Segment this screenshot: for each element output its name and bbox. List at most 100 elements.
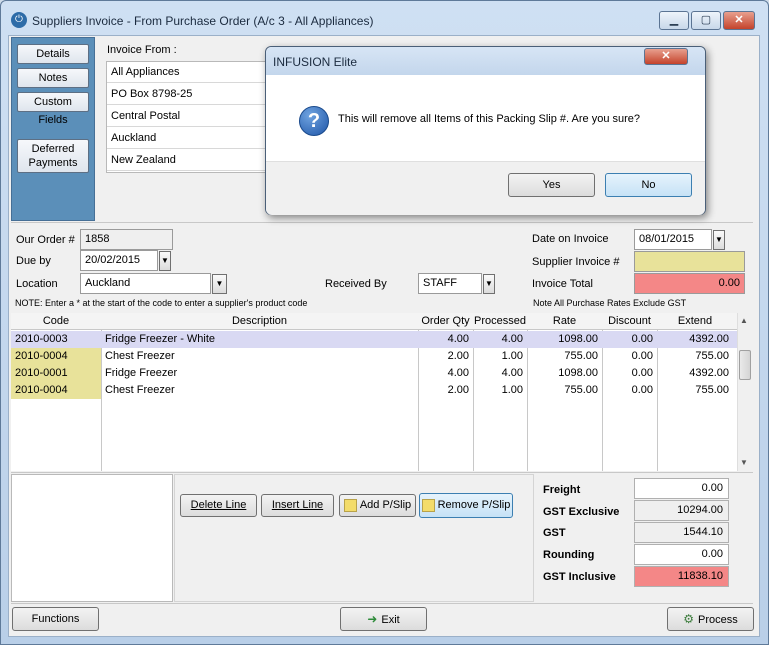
invoice-total-field[interactable]: 0.00 xyxy=(634,273,745,294)
table-row[interactable]: 2010-0001 Fridge Freezer 4.00 4.00 1098.… xyxy=(11,365,737,382)
note-icon xyxy=(343,498,357,512)
rounding-field[interactable]: 0.00 xyxy=(634,544,729,565)
gst-label: GST xyxy=(543,527,566,539)
exit-button[interactable]: ➜ Exit xyxy=(340,607,427,631)
minimize-icon[interactable]: ▁ xyxy=(659,11,689,30)
cell-extend: 4392.00 xyxy=(689,367,729,379)
address-line-2[interactable]: PO Box 8798-25 xyxy=(107,84,267,105)
close-icon[interactable]: ✕ xyxy=(723,11,755,30)
cell-rate: 1098.00 xyxy=(558,367,598,379)
chevron-down-icon[interactable]: ▼ xyxy=(159,251,171,271)
dialog-title: INFUSION Elite xyxy=(273,55,358,69)
deferred-line-1: Deferred xyxy=(31,143,75,155)
received-by-select[interactable]: STAFF xyxy=(418,273,482,294)
details-button[interactable]: Details xyxy=(17,44,89,64)
column-processed[interactable]: Processed xyxy=(473,313,527,330)
divider xyxy=(11,472,753,473)
cell-code: 2010-0004 xyxy=(11,382,101,399)
supplier-invoice-field[interactable] xyxy=(634,251,745,272)
location-select[interactable]: Auckland xyxy=(80,273,211,294)
yes-button[interactable]: Yes xyxy=(508,173,595,197)
address-line-1[interactable]: All Appliances xyxy=(107,62,267,83)
process-label: Process xyxy=(698,614,738,626)
maximize-icon[interactable]: ▢ xyxy=(691,11,721,30)
chevron-down-icon[interactable]: ▼ xyxy=(713,230,725,250)
chevron-down-icon[interactable]: ▼ xyxy=(212,274,227,294)
column-extend[interactable]: Extend xyxy=(657,313,733,330)
cell-code: 2010-0004 xyxy=(11,348,101,365)
bottom-left-panel xyxy=(11,474,173,602)
address-line-5[interactable]: New Zealand xyxy=(107,150,267,171)
cell-order-qty: 2.00 xyxy=(447,350,469,362)
location-label: Location xyxy=(16,278,58,290)
cell-description: Fridge Freezer - White xyxy=(105,333,216,345)
column-rate[interactable]: Rate xyxy=(527,313,602,330)
functions-label: Functions xyxy=(31,613,80,625)
chevron-up-icon[interactable]: ▲ xyxy=(740,316,748,325)
cell-discount: 0.00 xyxy=(631,333,653,345)
custom-fields-button[interactable]: Custom Fields xyxy=(17,92,89,126)
cell-order-qty: 4.00 xyxy=(447,333,469,345)
divider xyxy=(11,222,753,223)
insert-line-button[interactable]: Insert Line xyxy=(261,494,334,517)
question-icon: ? xyxy=(299,106,329,136)
purchase-rates-note: Note All Purchase Rates Exclude GST xyxy=(533,298,687,308)
column-code[interactable]: Code xyxy=(11,313,101,330)
remove-pslip-label: Remove P/Slip xyxy=(437,499,511,511)
note-icon xyxy=(421,498,435,512)
column-discount[interactable]: Discount xyxy=(602,313,657,330)
cell-description: Fridge Freezer xyxy=(105,367,178,379)
dialog-message: This will remove all Items of this Packi… xyxy=(338,113,641,125)
gst-exclusive-label: GST Exclusive xyxy=(543,506,620,518)
date-on-invoice-label: Date on Invoice xyxy=(532,233,609,245)
table-row[interactable]: 2010-0003 Fridge Freezer - White 4.00 4.… xyxy=(11,331,737,348)
divider xyxy=(11,603,753,604)
our-order-field: 1858 xyxy=(80,229,173,250)
column-order-qty[interactable]: Order Qty xyxy=(418,313,473,330)
cell-order-qty: 2.00 xyxy=(447,384,469,396)
add-pslip-button[interactable]: Add P/Slip xyxy=(339,494,416,517)
remove-pslip-button[interactable]: Remove P/Slip xyxy=(419,493,513,518)
cell-processed: 1.00 xyxy=(501,350,523,362)
cell-discount: 0.00 xyxy=(631,350,653,362)
cell-description: Chest Freezer xyxy=(105,350,175,362)
chevron-down-icon[interactable]: ▼ xyxy=(740,458,748,467)
close-icon[interactable]: ✕ xyxy=(644,48,688,65)
address-line-4[interactable]: Auckland xyxy=(107,128,267,149)
process-icon: ⚙ xyxy=(683,612,694,626)
insert-line-label: Insert Line xyxy=(271,499,324,511)
cell-processed: 1.00 xyxy=(501,384,523,396)
table-row[interactable]: 2010-0004 Chest Freezer 2.00 1.00 755.00… xyxy=(11,382,737,399)
address-line-3[interactable]: Central Postal xyxy=(107,106,267,127)
delete-line-label: Delete Line xyxy=(190,499,247,511)
scrollbar-thumb[interactable] xyxy=(739,350,751,380)
column-description[interactable]: Description xyxy=(101,313,418,330)
notes-button[interactable]: Notes xyxy=(17,68,89,88)
exit-icon: ➜ xyxy=(367,612,378,626)
our-order-label: Our Order # xyxy=(16,234,75,246)
due-by-field[interactable]: 20/02/2015 xyxy=(80,250,158,271)
cell-code: 2010-0003 xyxy=(15,333,68,345)
side-panel xyxy=(11,37,95,221)
grid-header: Code Description Order Qty Processed Rat… xyxy=(11,313,737,330)
date-on-invoice-field[interactable]: 08/01/2015 xyxy=(634,229,712,250)
cell-processed: 4.00 xyxy=(501,333,523,345)
freight-field[interactable]: 0.00 xyxy=(634,478,729,499)
supplier-invoice-label: Supplier Invoice # xyxy=(532,256,620,268)
delete-line-button[interactable]: Delete Line xyxy=(180,494,257,517)
power-icon[interactable]: ⏻ xyxy=(11,12,27,28)
chevron-down-icon[interactable]: ▼ xyxy=(483,274,495,294)
cell-discount: 0.00 xyxy=(631,367,653,379)
table-row[interactable]: 2010-0004 Chest Freezer 2.00 1.00 755.00… xyxy=(11,348,737,365)
process-button[interactable]: ⚙ Process xyxy=(667,607,754,631)
deferred-line-2: Payments xyxy=(28,157,78,169)
no-button[interactable]: No xyxy=(605,173,692,197)
deferred-payments-button[interactable]: Deferred Payments xyxy=(17,139,89,173)
cell-extend: 755.00 xyxy=(695,384,729,396)
grid-scrollbar[interactable] xyxy=(737,313,753,471)
functions-button[interactable]: Functions xyxy=(12,607,99,631)
cell-discount: 0.00 xyxy=(631,384,653,396)
cell-rate: 755.00 xyxy=(564,350,598,362)
due-by-label: Due by xyxy=(16,255,51,267)
gst-inclusive-label: GST Inclusive xyxy=(543,571,616,583)
